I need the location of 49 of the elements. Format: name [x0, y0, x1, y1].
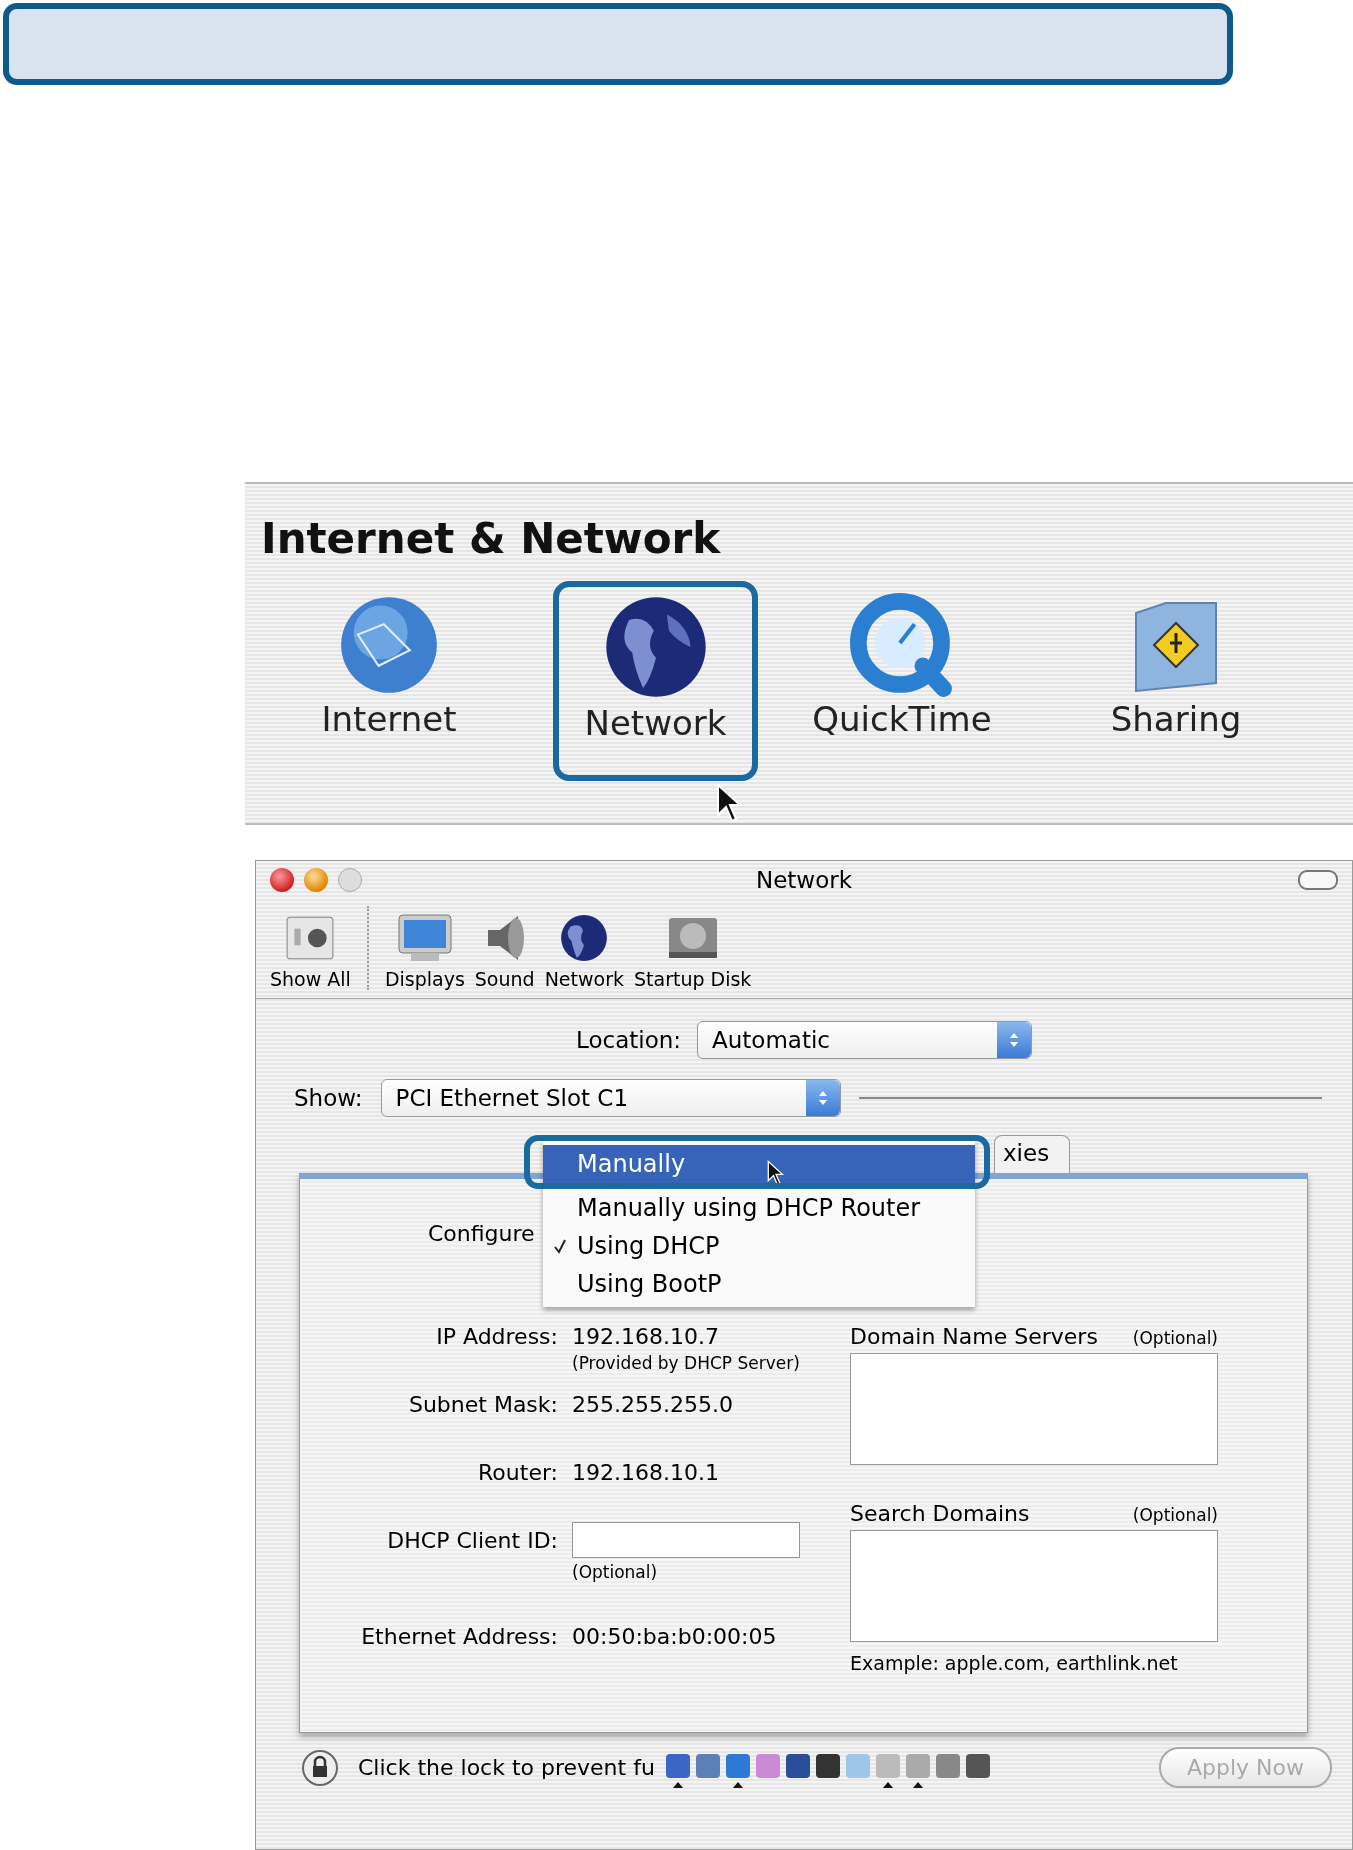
field-value: 192.168.10.7 [572, 1324, 720, 1349]
field-value: 192.168.10.1 [572, 1460, 720, 1485]
field-note: (Provided by DHCP Server) [572, 1353, 801, 1373]
lock-hint-text: Click the lock to prevent fu [358, 1755, 655, 1780]
field-label: Router: [477, 1460, 558, 1487]
menu-item[interactable]: Using DHCP [543, 1227, 975, 1265]
dns-field[interactable] [850, 1353, 1218, 1465]
field-note: (Optional) [572, 1562, 659, 1582]
location-label: Location: [576, 1027, 682, 1053]
window-title: Network [754, 867, 853, 893]
toolbar-item[interactable]: Show All [270, 912, 351, 990]
stepper-arrows-icon [997, 1022, 1032, 1058]
preference-item[interactable]: QuickTime [772, 581, 1032, 781]
close-button[interactable] [270, 868, 294, 892]
field-note: (Optional) [1132, 1505, 1218, 1525]
configure-label: Configure [428, 1221, 535, 1246]
minimize-button[interactable] [304, 868, 328, 892]
search-domains-field[interactable] [850, 1530, 1218, 1642]
field-label: Ethernet Address: [360, 1624, 558, 1651]
menu-item[interactable]: Manually [543, 1145, 975, 1183]
toolbar-toggle-button[interactable] [1298, 870, 1338, 890]
location-dropdown[interactable]: Automatic [697, 1021, 1033, 1059]
field-label: Domain Name Servers [850, 1324, 1098, 1349]
zoom-button[interactable] [338, 868, 362, 892]
field-value: 255.255.255.0 [572, 1392, 734, 1417]
section-title: Internet & Network [261, 514, 722, 563]
field-label: Search Domains [850, 1501, 1030, 1526]
toolbar-item[interactable]: Network [544, 912, 624, 990]
tab[interactable]: xies [994, 1135, 1071, 1173]
preference-item[interactable]: Sharing [1046, 581, 1306, 781]
toolbar-item[interactable]: Displays [384, 912, 465, 990]
input-field[interactable] [572, 1522, 800, 1558]
field-value: 00:50:ba:b0:00:05 [572, 1624, 778, 1649]
stepper-arrows-icon [805, 1080, 840, 1116]
lock-icon[interactable] [300, 1747, 340, 1788]
preference-item[interactable]: Internet [259, 581, 519, 781]
quicktime-icon [850, 593, 954, 697]
show-dropdown[interactable]: PCI Ethernet Slot C1 [380, 1079, 841, 1117]
field-note: (Optional) [1132, 1328, 1218, 1348]
field-label: IP Address: [435, 1324, 558, 1351]
toolbar-item[interactable]: Startup Disk [634, 912, 752, 990]
field-label: Subnet Mask: [407, 1392, 558, 1419]
toolbar-item[interactable]: Sound [474, 912, 535, 990]
pointer-icon [716, 783, 744, 823]
checkmark-icon [553, 1238, 567, 1254]
menu-item[interactable]: Using BootP [543, 1265, 975, 1303]
field-label: DHCP Client ID: [386, 1528, 558, 1555]
example-text: Example: apple.com, earthlink.net [850, 1652, 1179, 1674]
show-label: Show: [294, 1085, 363, 1111]
